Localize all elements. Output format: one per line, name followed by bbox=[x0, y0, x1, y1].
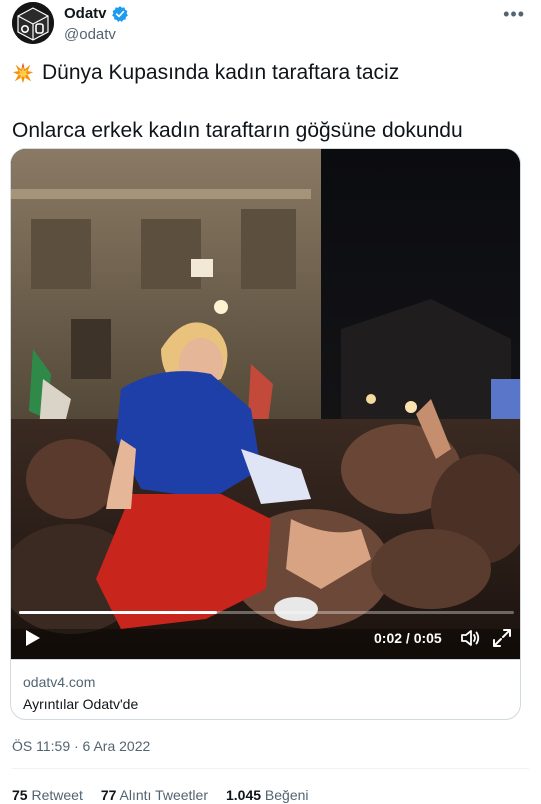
quote-tweets-stat[interactable]: 77 Alıntı Tweetler bbox=[101, 786, 208, 804]
tweet-stats: 75 Retweet 77 Alıntı Tweetler 1.045 Beğe… bbox=[12, 786, 309, 804]
avatar[interactable] bbox=[12, 2, 54, 44]
odatv-logo-icon bbox=[12, 2, 54, 44]
author-info: Odatv @odatv bbox=[64, 4, 129, 45]
tweet-text-line2: Onlarca erkek kadın taraftarın göğsüne d… bbox=[12, 119, 463, 142]
video-progress-bar[interactable] bbox=[19, 611, 514, 614]
retweets-count: 75 bbox=[12, 787, 28, 803]
display-name[interactable]: Odatv bbox=[64, 4, 107, 24]
tweet-timestamp[interactable]: ÖS 11:59 · 6 Ara 2022 bbox=[12, 737, 150, 755]
tweet-header: Odatv @odatv ••• bbox=[12, 2, 529, 50]
tweet-text-line1: Dünya Kupasında kadın taraftara taciz bbox=[12, 58, 529, 88]
media-card: 0:02 / 0:05 odatv4.com Ayrıntılar Odatv'… bbox=[10, 148, 521, 720]
retweets-label: Retweet bbox=[31, 787, 83, 803]
tweet-headline: Dünya Kupasında kadın taraftara taciz bbox=[42, 61, 400, 84]
author-handle[interactable]: @odatv bbox=[64, 25, 129, 45]
likes-label: Beğeni bbox=[264, 787, 309, 803]
fullscreen-icon[interactable] bbox=[491, 627, 513, 649]
video-progress-fill bbox=[19, 611, 217, 614]
divider bbox=[12, 768, 529, 769]
author-name-row: Odatv bbox=[64, 4, 129, 24]
video-frame bbox=[11, 149, 520, 659]
retweets-stat[interactable]: 75 Retweet bbox=[12, 786, 83, 804]
link-title: Ayrıntılar Odatv'de bbox=[23, 696, 139, 712]
link-preview[interactable]: odatv4.com Ayrıntılar Odatv'de bbox=[11, 659, 520, 719]
verified-badge-icon bbox=[111, 5, 129, 23]
more-options-icon[interactable]: ••• bbox=[503, 4, 525, 24]
collision-icon bbox=[12, 62, 34, 84]
tweet-text: Dünya Kupasında kadın taraftara taciz On… bbox=[12, 58, 529, 146]
quotes-label: Alıntı Tweetler bbox=[119, 787, 208, 803]
video-player[interactable]: 0:02 / 0:05 bbox=[11, 149, 520, 659]
likes-count: 1.045 bbox=[225, 787, 262, 803]
likes-stat[interactable]: 1.045 Beğeni bbox=[226, 786, 309, 804]
quotes-count: 77 bbox=[100, 787, 117, 803]
volume-icon[interactable] bbox=[459, 627, 481, 649]
play-icon[interactable] bbox=[21, 627, 43, 649]
link-domain: odatv4.com bbox=[23, 674, 96, 690]
video-time: 0:02 / 0:05 bbox=[374, 630, 442, 646]
